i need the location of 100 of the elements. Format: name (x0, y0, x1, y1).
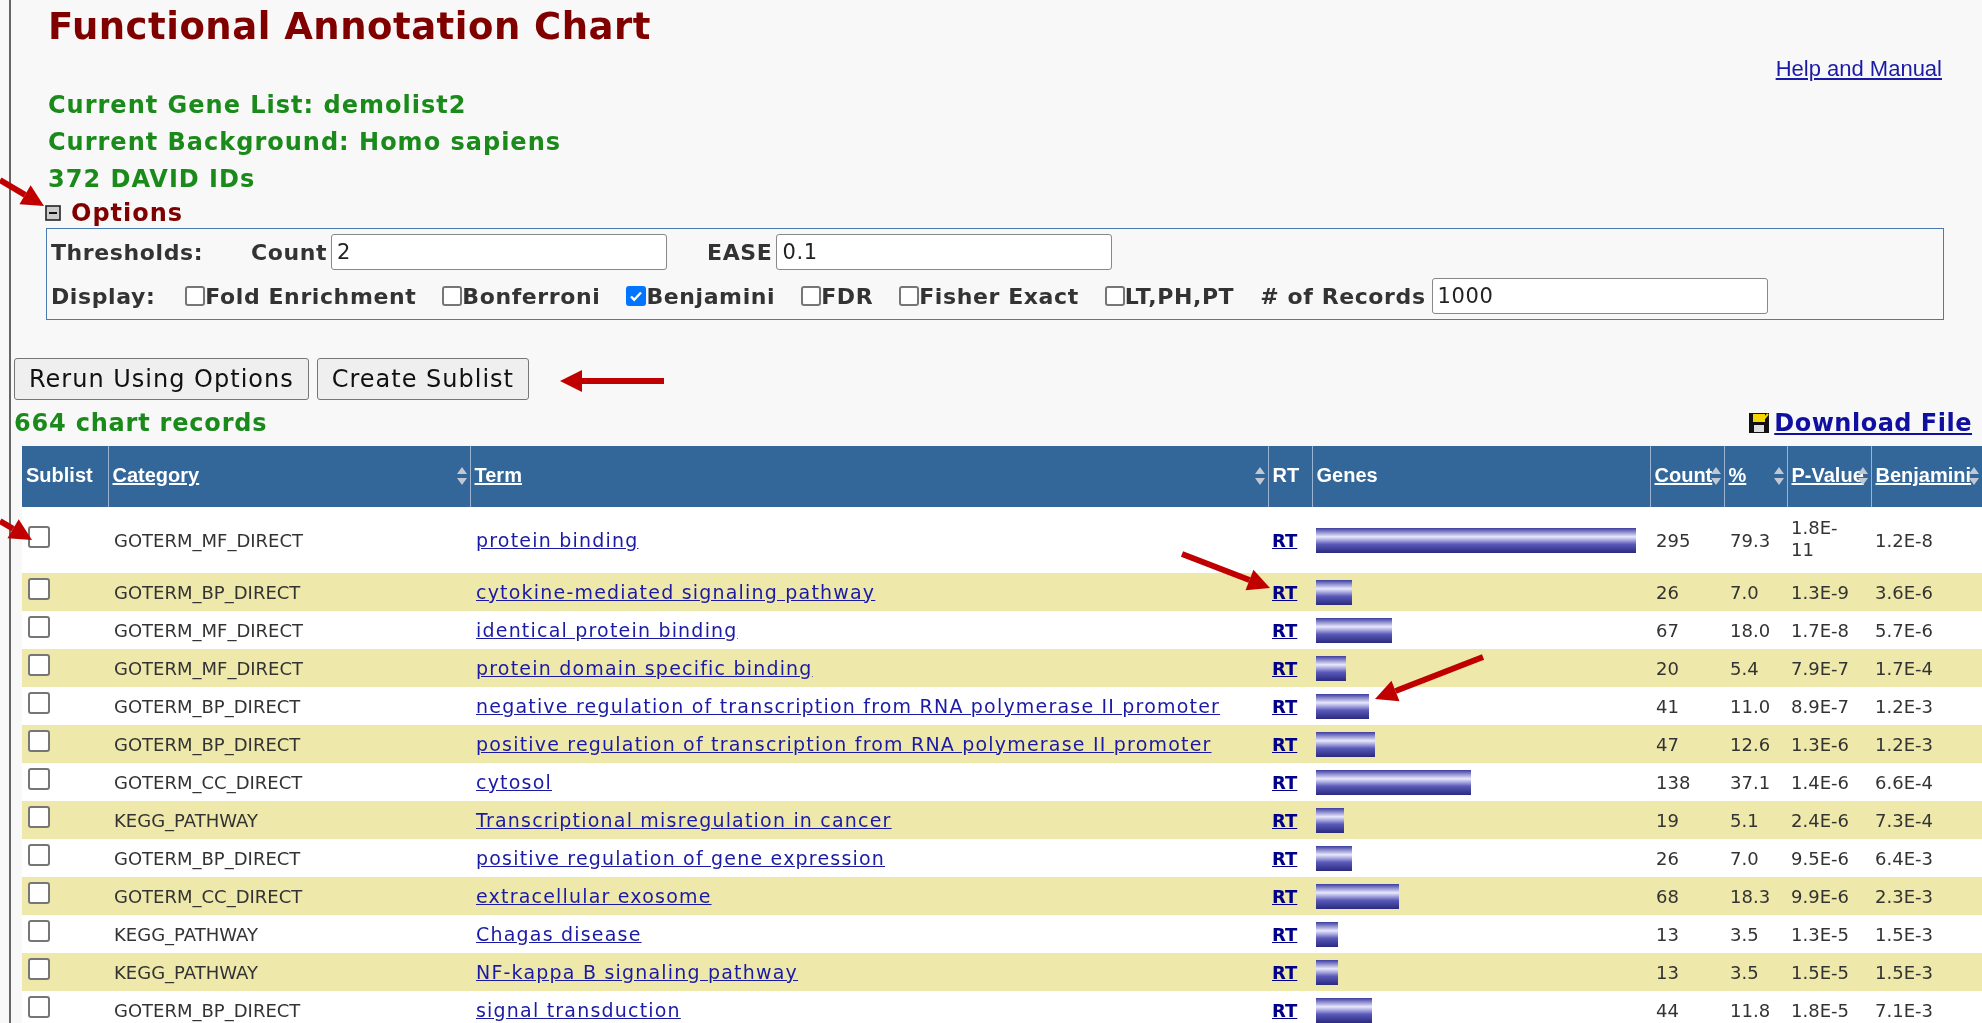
table-cell: 9.9E-6 (1791, 885, 1849, 908)
table-cell: 1.2E-3 (1875, 733, 1933, 755)
info-text: 372 DAVID IDs (48, 164, 257, 195)
button[interactable]: Create Sublist (316, 358, 529, 400)
annotation-link[interactable]: Transcriptional misregulation in cancer (476, 808, 892, 831)
rt-link[interactable]: RT (1272, 847, 1298, 869)
table-cell: 7.1E-3 (1875, 999, 1933, 1021)
info-text: Current Gene List: demolist2 (48, 90, 468, 121)
checkbox[interactable] (801, 286, 822, 306)
table-cell: 5.7E-6 (1875, 619, 1933, 641)
page-title: Functional Annotation Chart (47, 4, 651, 50)
rt-link[interactable]: RT (1272, 529, 1298, 551)
checkbox-label: LT,PH,PT (1124, 282, 1235, 311)
column-header-link[interactable]: Count (1654, 464, 1713, 486)
column-header-link[interactable]: % (1728, 464, 1747, 486)
checkbox[interactable] (185, 286, 206, 306)
table-cell: 26 (1656, 847, 1679, 869)
checkbox[interactable] (899, 286, 920, 306)
checkbox[interactable] (28, 881, 50, 904)
checkbox[interactable] (28, 653, 50, 676)
sort-icon[interactable] (1253, 466, 1266, 486)
annotation-link[interactable]: Chagas disease (476, 922, 642, 945)
annotation-link[interactable]: cytokine-mediated signaling pathway (476, 580, 876, 603)
rt-link[interactable]: RT (1272, 885, 1298, 907)
table-cell: 1.7E-4 (1875, 657, 1933, 679)
table-cell: 11.8 (1730, 999, 1771, 1021)
rt-link[interactable]: RT (1272, 923, 1298, 945)
rt-link[interactable]: RT (1272, 657, 1298, 679)
table-cell: GOTERM_BP_DIRECT (114, 999, 301, 1021)
rt-link[interactable]: RT (1272, 961, 1298, 983)
input-field[interactable]: 1000 (1431, 278, 1768, 314)
table-cell: 9.5E-6 (1791, 847, 1849, 870)
checkbox[interactable] (28, 995, 50, 1018)
annotation-link[interactable]: positive regulation of transcription from RNA polymerase II promoter (476, 732, 1212, 755)
column-header-link[interactable]: Term (474, 464, 522, 486)
table-cell: KEGG_PATHWAY (114, 809, 258, 831)
table-cell: GOTERM_CC_DIRECT (114, 885, 303, 907)
checkbox[interactable] (28, 577, 50, 600)
annotation-link[interactable]: protein domain specific binding (476, 656, 813, 679)
input-field[interactable]: 2 (331, 234, 668, 270)
annotation-arrow (0, 518, 32, 540)
table-cell: 7.0 (1730, 581, 1759, 603)
table-cell: GOTERM_BP_DIRECT (114, 581, 301, 603)
download-link[interactable]: Download File (1748, 405, 1972, 441)
column-header-link[interactable]: Category (112, 464, 200, 486)
checkbox-label: FDR (821, 282, 874, 311)
annotation-link[interactable]: positive regulation of gene expression (476, 846, 886, 869)
table-cell: 1.4E-6 (1791, 771, 1849, 794)
collapse-icon[interactable] (45, 205, 61, 221)
annotation-link[interactable]: negative regulation of transcription from RNA polymerase II promoter (476, 694, 1221, 717)
button[interactable]: Rerun Using Options (14, 358, 309, 400)
table-cell: 26 (1656, 581, 1679, 603)
checkbox[interactable] (1104, 286, 1125, 306)
checkbox[interactable] (28, 767, 50, 790)
table-cell: 1.7E-8 (1791, 619, 1849, 642)
checkbox[interactable] (28, 615, 50, 638)
annotation-link[interactable]: cytosol (476, 770, 552, 793)
annotation-link[interactable]: signal transduction (476, 998, 681, 1021)
field-label: Display: (51, 282, 156, 311)
help-link[interactable]: Help and Manual (1775, 52, 1942, 85)
field-label: # of Records (1260, 282, 1426, 311)
rt-link[interactable]: RT (1272, 733, 1298, 755)
column-header-link[interactable]: Benjamini (1875, 464, 1972, 486)
annotation-link[interactable]: protein binding (476, 528, 639, 551)
table-cell: 2.4E-6 (1791, 809, 1849, 832)
field-label: EASE (707, 238, 773, 267)
table-cell: 3.5 (1730, 923, 1759, 945)
table-cell: 6.6E-4 (1875, 771, 1933, 793)
column-header: Genes (1316, 464, 1378, 486)
checkbox[interactable] (28, 805, 50, 828)
checkbox[interactable] (28, 525, 50, 548)
checkbox[interactable] (28, 957, 50, 980)
table-cell: GOTERM_MF_DIRECT (114, 529, 304, 551)
rt-link[interactable]: RT (1272, 809, 1298, 831)
rt-link[interactable]: RT (1272, 695, 1298, 717)
rt-link[interactable]: RT (1272, 581, 1298, 603)
checkbox[interactable] (442, 286, 463, 306)
checkbox[interactable] (28, 843, 50, 866)
rt-link[interactable]: RT (1272, 999, 1298, 1021)
table-cell: 5.4 (1730, 657, 1759, 679)
options-label[interactable]: Options (71, 195, 184, 231)
annotation-link[interactable]: extracellular exosome (476, 884, 712, 907)
checkbox-label: Fold Enrichment (205, 282, 417, 311)
column-header-link[interactable]: P-Value (1791, 464, 1864, 486)
table-cell: 7.3E-4 (1875, 809, 1933, 831)
table-cell: 295 (1656, 529, 1691, 551)
table-cell: 1.3E-9 (1791, 581, 1849, 604)
checkbox[interactable] (28, 729, 50, 752)
input-field[interactable]: 0.1 (776, 234, 1113, 270)
sort-icon[interactable] (455, 466, 468, 486)
annotation-link[interactable]: identical protein binding (476, 618, 738, 641)
checkbox[interactable] (626, 286, 647, 306)
table-cell: 1.2E-3 (1875, 695, 1933, 717)
checkbox[interactable] (28, 691, 50, 714)
annotation-link[interactable]: NF-kappa B signaling pathway (476, 960, 799, 983)
rt-link[interactable]: RT (1272, 619, 1298, 641)
rt-link[interactable]: RT (1272, 771, 1298, 793)
sort-icon[interactable] (1772, 466, 1785, 486)
checkbox[interactable] (28, 919, 50, 942)
table-cell: 5.1 (1730, 809, 1759, 831)
